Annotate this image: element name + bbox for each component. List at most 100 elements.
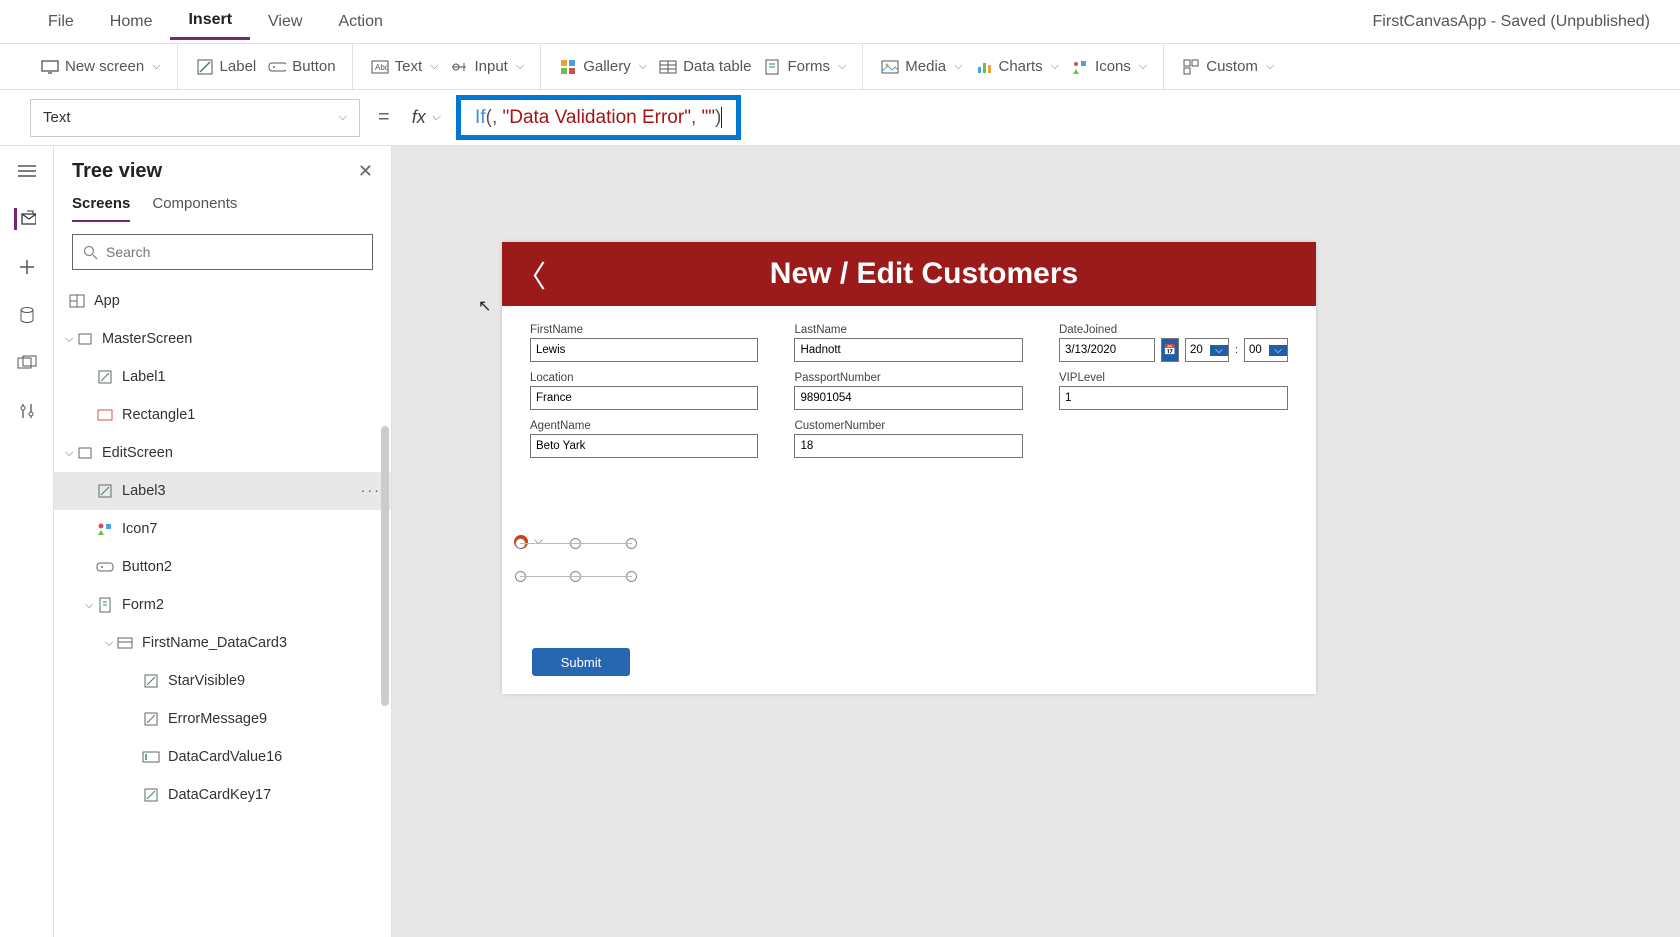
tree-view-icon[interactable] xyxy=(14,208,36,230)
label-icon xyxy=(142,786,160,804)
chevron-down-icon: ⌵ xyxy=(1051,60,1059,73)
field-lastname[interactable]: LastName Hadnott xyxy=(794,324,1022,362)
custom-label: Custom xyxy=(1206,58,1258,75)
hamburger-icon[interactable] xyxy=(16,160,38,182)
back-icon[interactable]: 〈 xyxy=(516,252,546,296)
hour-select[interactable]: 20⌵ xyxy=(1185,338,1229,362)
forms-button[interactable]: Forms ⌵ xyxy=(761,54,848,80)
charts-button[interactable]: Charts ⌵ xyxy=(973,54,1062,80)
minute-select[interactable]: 00⌵ xyxy=(1244,338,1288,362)
chevron-down-icon: ⌵ xyxy=(1210,345,1228,356)
field-custnum[interactable]: CustomerNumber 18 xyxy=(794,420,1022,458)
calendar-icon[interactable]: 📅 xyxy=(1161,338,1179,362)
input-label: Input xyxy=(474,58,507,75)
location-input[interactable]: France xyxy=(530,386,758,410)
tree: App ⌵ MasterScreen Label1 Rectangle1 ⌵ E… xyxy=(54,282,391,937)
menu-action[interactable]: Action xyxy=(320,5,400,39)
custom-button[interactable]: Custom ⌵ xyxy=(1180,54,1276,80)
tree-masterscreen[interactable]: ⌵ MasterScreen xyxy=(54,320,391,358)
chevron-down-icon: ⌵ xyxy=(954,60,962,73)
passport-input[interactable]: 98901054 xyxy=(794,386,1022,410)
menu-view[interactable]: View xyxy=(250,5,320,39)
formula-input[interactable]: If(, "Data Validation Error", "") xyxy=(456,95,741,140)
tree-datacard[interactable]: ⌵ FirstName_DataCard3 xyxy=(54,624,391,662)
field-agent[interactable]: AgentName Beto Yark xyxy=(530,420,758,458)
tree-panel: Tree view ✕ Screens Components App ⌵ Mas… xyxy=(54,146,392,937)
app-screen[interactable]: 〈 New / Edit Customers FirstName Lewis L… xyxy=(502,242,1316,694)
gallery-button[interactable]: Gallery ⌵ xyxy=(557,54,649,80)
tree-label1[interactable]: Label1 xyxy=(54,358,391,396)
media-rail-icon[interactable] xyxy=(16,352,38,374)
chevron-down-icon[interactable]: ⌵ xyxy=(82,599,96,612)
tab-components[interactable]: Components xyxy=(152,195,237,222)
date-input[interactable]: 3/13/2020 xyxy=(1059,338,1155,362)
vip-input[interactable]: 1 xyxy=(1059,386,1288,410)
button-icon xyxy=(96,558,114,576)
new-screen-button[interactable]: New screen ⌵ xyxy=(39,54,163,80)
icons-label: Icons xyxy=(1095,58,1131,75)
text-label: Text xyxy=(395,58,423,75)
label-button[interactable]: Label xyxy=(194,54,259,80)
formula-bar: Text ⌵ = fx⌵ If(, "Data Validation Error… xyxy=(0,90,1680,146)
tree-icon7[interactable]: Icon7 xyxy=(54,510,391,548)
submit-button[interactable]: Submit xyxy=(532,648,630,676)
property-selector[interactable]: Text ⌵ xyxy=(30,99,360,137)
tree-label3[interactable]: Label3 ··· xyxy=(54,472,391,510)
field-passport[interactable]: PassportNumber 98901054 xyxy=(794,372,1022,410)
search-input[interactable] xyxy=(72,234,373,270)
textinput-icon xyxy=(142,748,160,766)
data-icon[interactable] xyxy=(16,304,38,326)
menu-file[interactable]: File xyxy=(30,5,92,39)
field-datejoined[interactable]: DateJoined 3/13/2020 📅 20⌵ : 00⌵ xyxy=(1059,324,1288,362)
media-button[interactable]: Media ⌵ xyxy=(879,54,964,80)
chevron-down-icon: ⌵ xyxy=(339,111,347,124)
input-icon xyxy=(450,58,468,76)
chevron-down-icon[interactable]: ⌵ xyxy=(62,447,76,460)
app-icon xyxy=(68,292,86,310)
datatable-button[interactable]: Data table xyxy=(657,54,753,80)
chevron-down-icon: ⌵ xyxy=(838,60,846,73)
tree-errormsg[interactable]: ErrorMessage9 xyxy=(54,700,391,738)
tree-button2[interactable]: Button2 xyxy=(54,548,391,586)
tree-app[interactable]: App xyxy=(54,282,391,320)
tree-rectangle1[interactable]: Rectangle1 xyxy=(54,396,391,434)
icons-button[interactable]: Icons ⌵ xyxy=(1069,54,1149,80)
chevron-down-icon[interactable]: ⌵ xyxy=(62,333,76,346)
tree-form2[interactable]: ⌵ Form2 xyxy=(54,586,391,624)
text-button[interactable]: Abc Text ⌵ xyxy=(369,54,441,80)
chevron-down-icon: ⌵ xyxy=(152,60,160,73)
more-icon[interactable]: ··· xyxy=(361,483,382,499)
agent-input[interactable]: Beto Yark xyxy=(530,434,758,458)
tab-screens[interactable]: Screens xyxy=(72,195,130,222)
selected-control[interactable]: ✕ ⌵ xyxy=(520,543,632,577)
custnum-input[interactable]: 18 xyxy=(794,434,1022,458)
tree-starvisible[interactable]: StarVisible9 xyxy=(54,662,391,700)
input-button[interactable]: Input ⌵ xyxy=(448,54,526,80)
menu-insert[interactable]: Insert xyxy=(170,3,250,40)
label-icon xyxy=(196,58,214,76)
lastname-input[interactable]: Hadnott xyxy=(794,338,1022,362)
firstname-input[interactable]: Lewis xyxy=(530,338,758,362)
tree-dcvalue[interactable]: DataCardValue16 xyxy=(54,738,391,776)
button-button[interactable]: Button xyxy=(266,54,337,80)
datacard-icon xyxy=(116,634,134,652)
search-field[interactable] xyxy=(106,244,362,260)
tree-editscreen[interactable]: ⌵ EditScreen xyxy=(54,434,391,472)
field-location[interactable]: Location France xyxy=(530,372,758,410)
insert-icon[interactable] xyxy=(16,256,38,278)
tree-panel-title: Tree view xyxy=(72,160,162,183)
field-vip[interactable]: VIPLevel 1 xyxy=(1059,372,1288,410)
close-icon[interactable]: ✕ xyxy=(358,161,373,182)
menu-home[interactable]: Home xyxy=(92,5,171,39)
label-label: Label xyxy=(220,58,257,75)
chevron-down-icon[interactable]: ⌵ xyxy=(102,637,116,650)
field-firstname[interactable]: FirstName Lewis xyxy=(530,324,758,362)
tools-icon[interactable] xyxy=(16,400,38,422)
fx-label[interactable]: fx⌵ xyxy=(408,107,444,128)
gallery-icon xyxy=(559,58,577,76)
rectangle-icon xyxy=(96,406,114,424)
tree-dckey[interactable]: DataCardKey17 xyxy=(54,776,391,814)
scrollbar-thumb[interactable] xyxy=(381,426,389,706)
canvas[interactable]: ↖ 〈 New / Edit Customers FirstName Lewis… xyxy=(392,146,1680,937)
button-icon xyxy=(268,58,286,76)
